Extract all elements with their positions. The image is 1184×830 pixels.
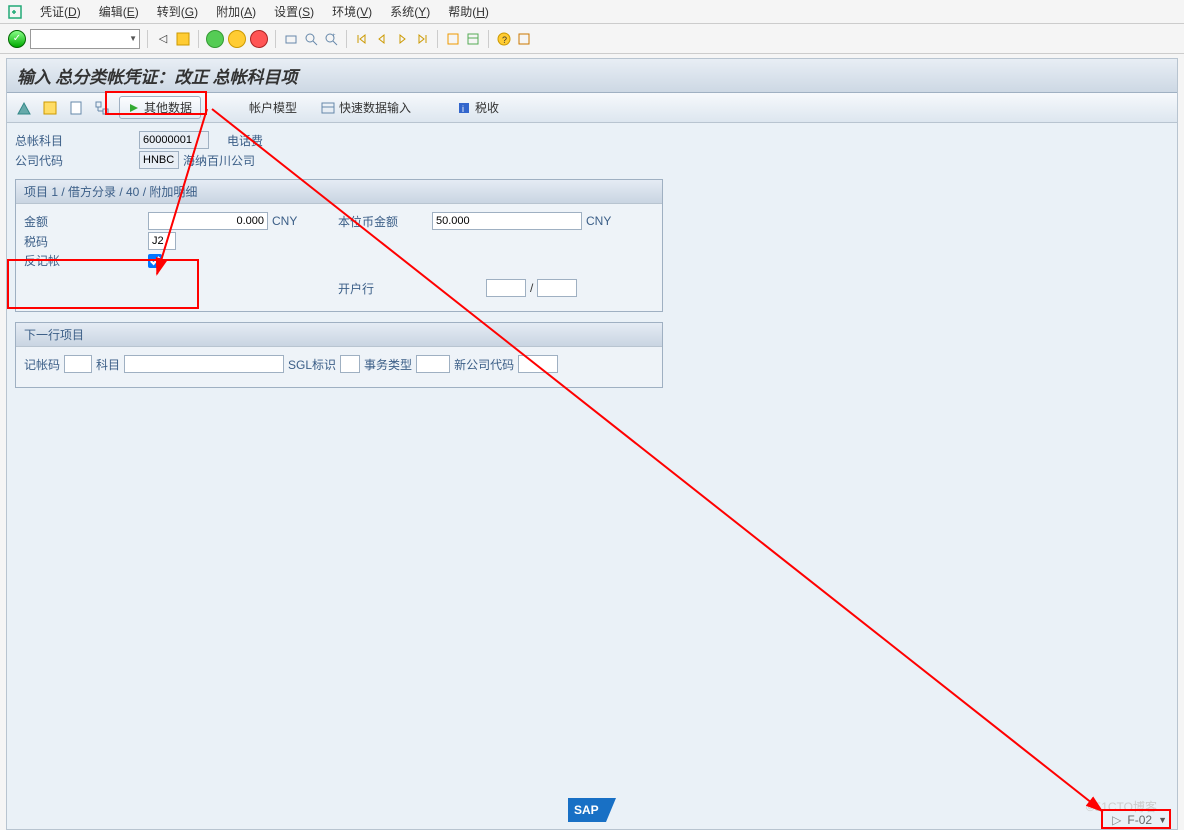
menu-system[interactable]: 系统(Y) (390, 3, 430, 20)
header-icon[interactable] (41, 99, 59, 117)
command-field[interactable]: ▼ (30, 29, 140, 49)
menu-voucher[interactable]: 凭证(D) (40, 3, 81, 20)
company-code-text: 海纳百川公司 (183, 152, 255, 169)
sap-logo: SAP (568, 798, 616, 825)
divider (346, 30, 347, 48)
account-field[interactable] (124, 355, 284, 373)
company-code-field[interactable] (139, 151, 179, 169)
amount-currency: CNY (272, 214, 312, 228)
reverse-posting-checkbox[interactable] (148, 254, 162, 268)
local-amount-label: 本位币金额 (338, 213, 428, 230)
bank-label: 开户行 (338, 280, 398, 297)
back-icon[interactable]: ◁ (155, 31, 171, 47)
divider (198, 30, 199, 48)
menu-edit[interactable]: 编辑(E) (99, 3, 139, 20)
first-page-icon[interactable] (354, 31, 370, 47)
save-icon[interactable] (175, 31, 191, 47)
layout-icon[interactable] (465, 31, 481, 47)
sgl-field[interactable] (340, 355, 360, 373)
fast-entry-button[interactable]: 快速数据输入 (313, 97, 419, 118)
tax-code-field[interactable] (148, 232, 176, 250)
account-model-label: 帐户模型 (249, 99, 297, 116)
amount-label: 金额 (24, 213, 144, 230)
menu-bar: 凭证(D) 编辑(E) 转到(G) 附加(A) 设置(S) 环境(V) 系统(Y… (0, 0, 1184, 24)
app-menu-icon[interactable] (8, 5, 22, 19)
last-page-icon[interactable] (414, 31, 430, 47)
next-item-group: 下一行项目 记帐码 科目 SGL标识 事务类型 新公司代码 (15, 322, 663, 388)
divider (488, 30, 489, 48)
main-area: 输入 总分类帐凭证：改正 总帐科目项 其他数据 帐户模型 快速数据输入 i 税收… (6, 58, 1178, 830)
fast-entry-label: 快速数据输入 (339, 99, 411, 116)
prev-page-icon[interactable] (374, 31, 390, 47)
next-item-header: 下一行项目 (16, 323, 662, 347)
enter-button[interactable]: ✓ (8, 30, 26, 48)
tree-icon[interactable] (93, 99, 111, 117)
tax-label: 税收 (475, 99, 499, 116)
page-title: 输入 总分类帐凭证：改正 总帐科目项 (7, 59, 1177, 93)
app-toolbar: 其他数据 帐户模型 快速数据输入 i 税收 (7, 93, 1177, 123)
back-button[interactable] (206, 30, 224, 48)
overview-icon[interactable] (15, 99, 33, 117)
gl-account-label: 总帐科目 (15, 132, 135, 149)
cancel-button[interactable] (250, 30, 268, 48)
menu-settings[interactable]: 设置(S) (274, 3, 314, 20)
custom-icon[interactable] (516, 31, 532, 47)
company-code-label: 公司代码 (15, 152, 135, 169)
help-icon[interactable]: ? (496, 31, 512, 47)
divider (275, 30, 276, 48)
gl-account-text: 电话费 (227, 132, 263, 149)
account-model-button[interactable]: 帐户模型 (241, 97, 305, 118)
tax-button[interactable]: i 税收 (449, 97, 507, 118)
posting-key-label: 记帐码 (24, 356, 60, 373)
tax-code-label: 税码 (24, 233, 144, 250)
svg-text:i: i (462, 104, 464, 114)
gl-account-field[interactable] (139, 131, 209, 149)
svg-text:?: ? (502, 35, 507, 45)
menu-extra[interactable]: 附加(A) (216, 3, 256, 20)
item-group: 项目 1 / 借方分录 / 40 / 附加明细 金额 CNY 本位币金额 CNY… (15, 179, 663, 312)
other-data-button[interactable]: 其他数据 (119, 96, 201, 119)
standard-toolbar: ✓ ▼ ◁ + ? (0, 24, 1184, 54)
slash-label: / (530, 281, 533, 295)
dropdown-arrow-icon[interactable]: ▼ (1158, 815, 1167, 825)
item-group-header: 项目 1 / 借方分录 / 40 / 附加明细 (16, 180, 662, 204)
bank-field-2[interactable] (537, 279, 577, 297)
svg-text:+: + (332, 33, 336, 39)
menu-help[interactable]: 帮助(H) (448, 3, 489, 20)
posting-key-field[interactable] (64, 355, 92, 373)
amount-field[interactable] (148, 212, 268, 230)
trans-type-label: 事务类型 (364, 356, 412, 373)
find-next-icon[interactable]: + (323, 31, 339, 47)
divider (437, 30, 438, 48)
reverse-posting-label: 反记帐 (24, 252, 144, 269)
new-session-icon[interactable] (445, 31, 461, 47)
arrow-right-icon (128, 102, 140, 114)
other-data-label: 其他数据 (144, 99, 192, 116)
divider (147, 30, 148, 48)
local-amount-currency: CNY (586, 214, 611, 228)
bank-field-1[interactable] (486, 279, 526, 297)
exit-button[interactable] (228, 30, 246, 48)
find-icon[interactable] (303, 31, 319, 47)
info-icon: i (457, 101, 471, 115)
svg-text:SAP: SAP (574, 803, 599, 817)
next-page-icon[interactable] (394, 31, 410, 47)
sgl-label: SGL标识 (288, 356, 336, 373)
print-icon[interactable] (283, 31, 299, 47)
content-area: 总帐科目 电话费 公司代码 海纳百川公司 项目 1 / 借方分录 / 40 / … (7, 123, 1177, 394)
display-icon[interactable] (67, 99, 85, 117)
new-company-field[interactable] (518, 355, 558, 373)
fast-entry-icon (321, 101, 335, 115)
account-label: 科目 (96, 356, 120, 373)
new-company-label: 新公司代码 (454, 356, 514, 373)
menu-goto[interactable]: 转到(G) (157, 3, 198, 20)
trans-type-field[interactable] (416, 355, 450, 373)
menu-env[interactable]: 环境(V) (332, 3, 372, 20)
local-amount-field[interactable] (432, 212, 582, 230)
